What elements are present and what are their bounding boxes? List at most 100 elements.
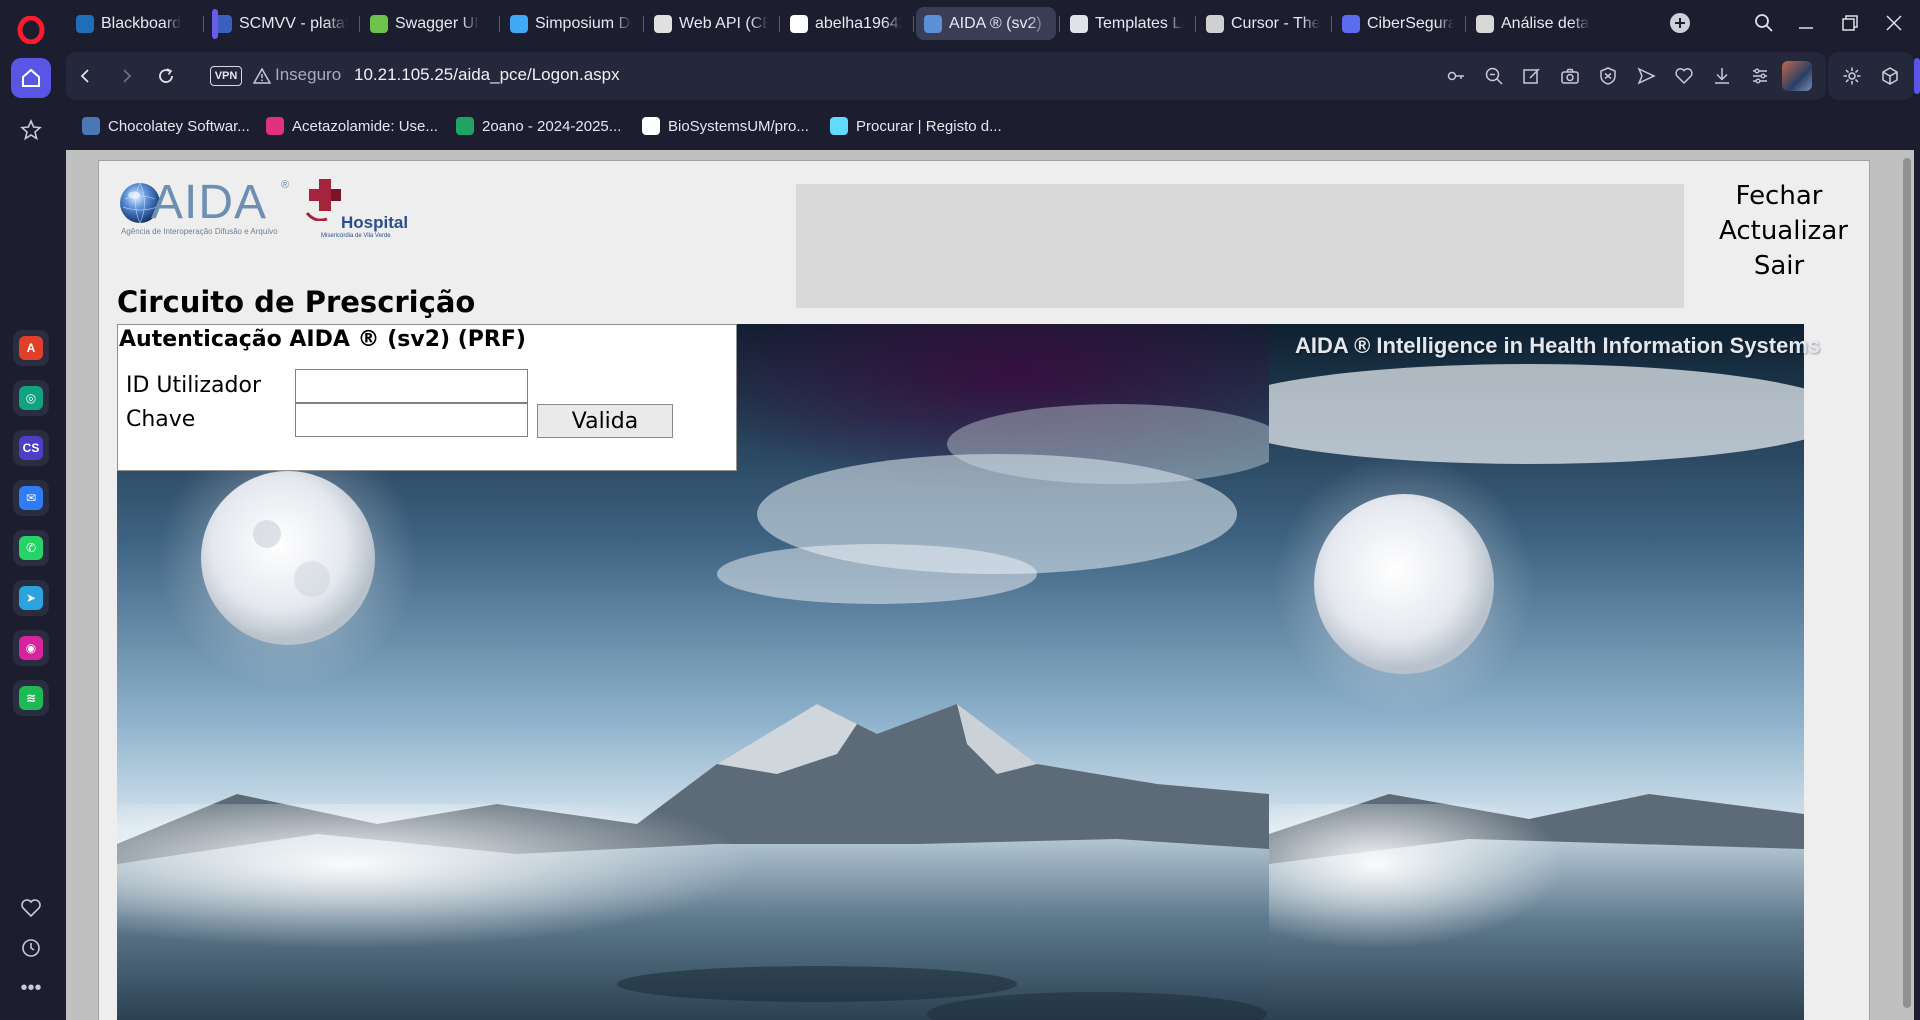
hospital-label: Hospital — [341, 213, 409, 232]
browser-sidebar: A ◎ CS ✉ ✆ ➤ ◉ ≋ ••• — [0, 0, 62, 1020]
bookmark-label: Procurar | Registo d... — [856, 117, 1002, 135]
extensions-bar — [1828, 52, 1914, 100]
reload-icon[interactable] — [154, 64, 178, 88]
tab-title: AIDA ® (sv2) PRF-[2012.0 — [949, 14, 1048, 32]
tab-4[interactable]: Web API (CEGI — [646, 7, 776, 40]
messenger-icon[interactable]: ✉ — [13, 480, 49, 516]
scrollbar[interactable] — [1900, 150, 1914, 1020]
camera-icon[interactable] — [1558, 64, 1582, 88]
spotify-icon[interactable]: ≋ — [13, 680, 49, 716]
sair-link[interactable]: Sair — [1719, 251, 1839, 281]
tab-5[interactable]: abelha196422/ — [782, 7, 910, 40]
user-id-label: ID Utilizador — [126, 373, 261, 398]
favorites-heart-icon[interactable] — [11, 888, 51, 928]
aria-extension-icon[interactable] — [1840, 64, 1864, 88]
tab-1[interactable]: SCMVV - plataf — [206, 7, 356, 40]
tab-2[interactable]: Swagger UI — [362, 7, 498, 40]
adblock-icon[interactable] — [1596, 64, 1620, 88]
cursor-icon — [1206, 14, 1224, 33]
scrollbar-thumb[interactable] — [1903, 158, 1911, 1008]
opera-menu-icon[interactable] — [11, 10, 51, 50]
send-icon[interactable] — [1634, 64, 1658, 88]
tab-9[interactable]: CiberSeguranç — [1334, 7, 1462, 40]
tab-search-icon[interactable] — [1752, 11, 1776, 35]
forward-icon[interactable] — [114, 64, 138, 88]
login-form: Autenticação AIDA ® (sv2) (PRF) ID Utili… — [117, 324, 737, 471]
tab-10[interactable]: Análise detalha — [1468, 7, 1598, 40]
close-window-icon[interactable] — [1882, 11, 1906, 35]
pill-icon — [266, 117, 284, 135]
cs-icon[interactable]: CS — [13, 430, 49, 466]
header-banner — [796, 184, 1684, 308]
security-label[interactable]: Inseguro — [275, 65, 341, 85]
aria-icon[interactable]: A — [13, 330, 49, 366]
tab-separator — [499, 16, 500, 32]
whatsapp-icon[interactable]: ✆ — [13, 530, 49, 566]
key-icon[interactable] — [1444, 64, 1468, 88]
vpn-badge[interactable]: VPN — [210, 66, 242, 86]
address-bar: VPN Inseguro 10.21.105.25/aida_pce/Logon… — [66, 52, 1826, 100]
back-icon[interactable] — [74, 64, 98, 88]
edit-icon[interactable] — [1520, 64, 1544, 88]
tab-6[interactable]: AIDA ® (sv2) PRF-[2012.0 — [916, 7, 1056, 40]
github-icon — [790, 14, 808, 33]
extensions-cube-icon[interactable] — [1878, 64, 1902, 88]
actualizar-link[interactable]: Actualizar — [1719, 216, 1848, 246]
tagline: AIDA ® Intelligence in Health Informatio… — [1295, 333, 1821, 358]
app-glyph: A — [19, 336, 43, 360]
tab-0[interactable]: Blackboard — [68, 7, 202, 40]
new-tab-icon[interactable] — [1668, 11, 1692, 35]
ciber-icon — [1342, 14, 1360, 33]
bookmark-item[interactable]: BioSystemsUM/pro... — [642, 114, 809, 138]
instagram-icon[interactable]: ◉ — [13, 630, 49, 666]
tab-title: abelha196422/ — [815, 14, 902, 32]
globe-icon — [654, 14, 672, 33]
bookmark-label: Acetazolamide: Use... — [292, 117, 438, 135]
bookmark-label: 2oano - 2024-2025... — [482, 117, 622, 135]
chatgpt-icon[interactable]: ◎ — [13, 380, 49, 416]
tab-separator — [1059, 16, 1060, 32]
user-id-input[interactable] — [295, 369, 528, 403]
bookmark-item[interactable]: Procurar | Registo d... — [830, 114, 1002, 138]
fechar-link[interactable]: Fechar — [1719, 181, 1839, 211]
more-options-icon[interactable]: ••• — [11, 968, 51, 1008]
bookmark-heart-icon[interactable] — [1672, 64, 1696, 88]
tab-title: Web API (CEGI — [679, 14, 768, 32]
sidebar-accent-bar — [1914, 58, 1920, 94]
valida-button[interactable]: Valida — [537, 404, 673, 438]
tab-island-indicator — [212, 9, 218, 39]
app-glyph: CS — [19, 436, 43, 460]
tab-8[interactable]: Cursor - The AI — [1198, 7, 1328, 40]
restore-icon[interactable] — [1838, 11, 1862, 35]
tab-7[interactable]: Templates LaTe — [1062, 7, 1192, 40]
telegram-icon[interactable]: ➤ — [13, 580, 49, 616]
easy-setup-icon[interactable] — [1748, 64, 1772, 88]
home-icon[interactable] — [11, 58, 51, 98]
wordpress-icon — [1070, 14, 1088, 33]
bookmark-item[interactable]: Chocolatey Softwar... — [82, 114, 250, 138]
tab-bar: Blackboard SCMVV - plataf Swagger UI Simpos… — [62, 0, 1920, 46]
blackboard-icon — [76, 14, 94, 33]
aida-icon — [924, 14, 942, 33]
tab-3[interactable]: Simposium Dig — [502, 7, 640, 40]
minimize-icon[interactable] — [1794, 11, 1818, 35]
zoom-icon[interactable] — [1482, 64, 1506, 88]
hospital-logo: Hospital Misericórdia de Vila Verde — [305, 179, 415, 243]
profile-avatar[interactable] — [1782, 61, 1812, 91]
download-icon[interactable] — [1710, 64, 1734, 88]
warning-icon[interactable] — [250, 64, 274, 88]
tab-separator — [913, 16, 914, 32]
speed-dial-star-icon[interactable] — [11, 110, 51, 150]
tab-title: Cursor - The AI — [1231, 14, 1320, 32]
tab-separator — [779, 16, 780, 32]
hospital-subtitle: Misericórdia de Vila Verde — [321, 233, 391, 239]
bookmark-item[interactable]: 2oano - 2024-2025... — [456, 114, 621, 138]
aida-logo-subtitle: Agência de Interoperação Difusão e Arqui… — [121, 227, 278, 236]
url-field[interactable]: 10.21.105.25/aida_pce/Logon.aspx — [354, 65, 620, 85]
bookmark-label: Chocolatey Softwar... — [108, 117, 250, 135]
app-glyph: ➤ — [19, 586, 43, 610]
tab-separator — [643, 16, 644, 32]
bookmark-item[interactable]: Acetazolamide: Use... — [266, 114, 438, 138]
password-input[interactable] — [295, 403, 528, 437]
history-clock-icon[interactable] — [11, 928, 51, 968]
